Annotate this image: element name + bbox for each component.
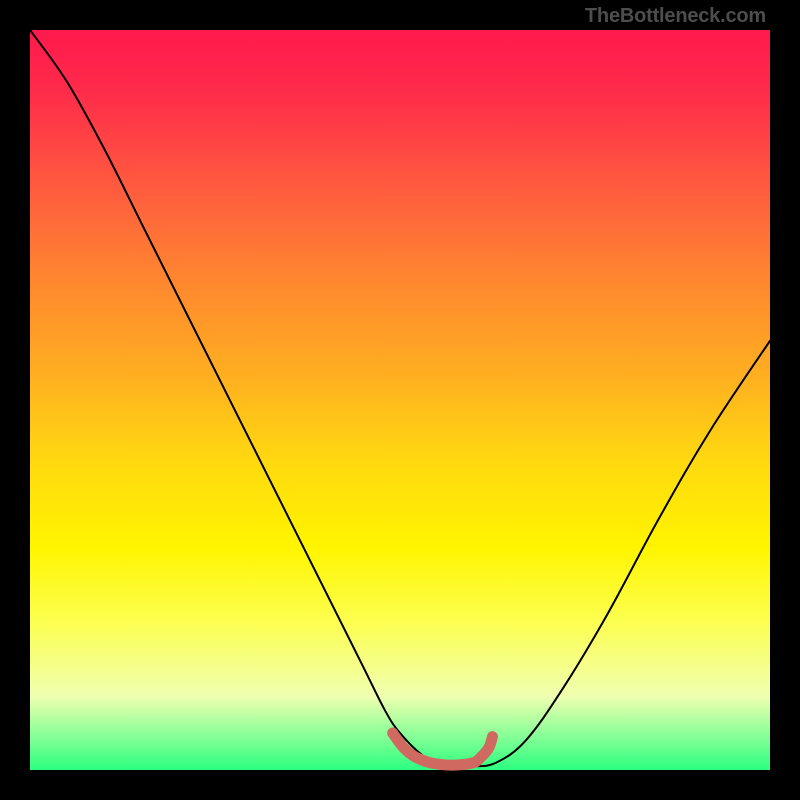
watermark-text: TheBottleneck.com [585,6,766,26]
chart-frame: TheBottleneck.com [0,0,800,800]
plot-area [30,30,770,770]
chart-svg [30,30,770,770]
bottleneck-curve-line [30,30,770,767]
optimal-band-line [393,733,493,765]
